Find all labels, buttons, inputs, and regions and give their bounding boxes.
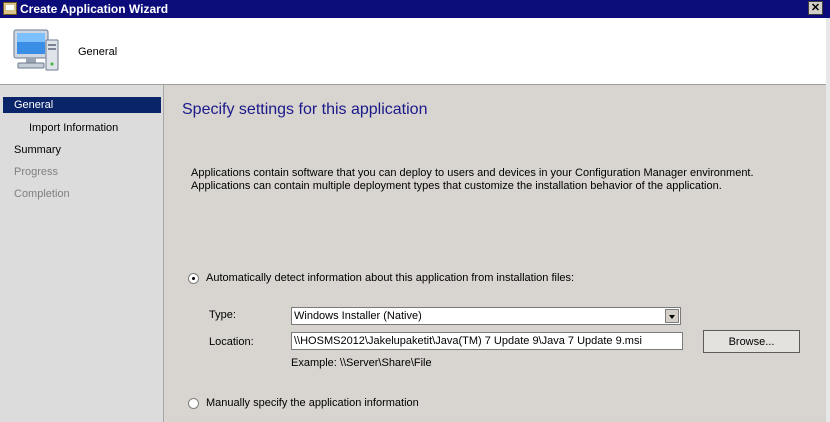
type-dropdown-value: Windows Installer (Native) <box>294 310 422 322</box>
location-input[interactable] <box>292 333 684 349</box>
window-title: Create Application Wizard <box>20 2 169 16</box>
auto-detect-label[interactable]: Automatically detect information about t… <box>206 272 574 284</box>
nav-item-completion: Completion <box>14 188 70 200</box>
computer-icon <box>13 29 59 71</box>
nav-item-summary[interactable]: Summary <box>3 142 161 158</box>
nav-item-general[interactable]: General <box>3 97 161 113</box>
title-bar[interactable]: Create Application Wizard ✕ <box>0 0 830 18</box>
type-dropdown[interactable]: Windows Installer (Native) <box>291 307 681 325</box>
manual-radio[interactable] <box>188 398 199 409</box>
location-label: Location: <box>209 336 254 348</box>
page-heading: Specify settings for this application <box>182 101 428 118</box>
wizard-header: General <box>0 18 830 85</box>
window-border <box>826 18 830 422</box>
nav-item-progress: Progress <box>14 166 59 178</box>
browse-button[interactable]: Browse... <box>703 330 800 353</box>
chevron-down-icon[interactable] <box>665 309 679 323</box>
auto-detect-radio[interactable] <box>188 273 199 284</box>
location-example: Example: \\Server\Share\File <box>291 357 432 369</box>
type-label: Type: <box>209 309 236 321</box>
page-description: Applications contain software that you c… <box>191 167 754 192</box>
wizard-app-icon <box>3 2 17 15</box>
wizard-content: Specify settings for this application Ap… <box>164 85 826 422</box>
close-button[interactable]: ✕ <box>808 1 823 15</box>
location-field-box[interactable] <box>291 332 684 350</box>
manual-label[interactable]: Manually specify the application informa… <box>206 397 419 409</box>
nav-item-import-information[interactable]: Import Information <box>3 120 161 136</box>
header-title: General <box>78 46 118 58</box>
wizard-sidebar: General Import Information Summary Progr… <box>0 85 164 422</box>
